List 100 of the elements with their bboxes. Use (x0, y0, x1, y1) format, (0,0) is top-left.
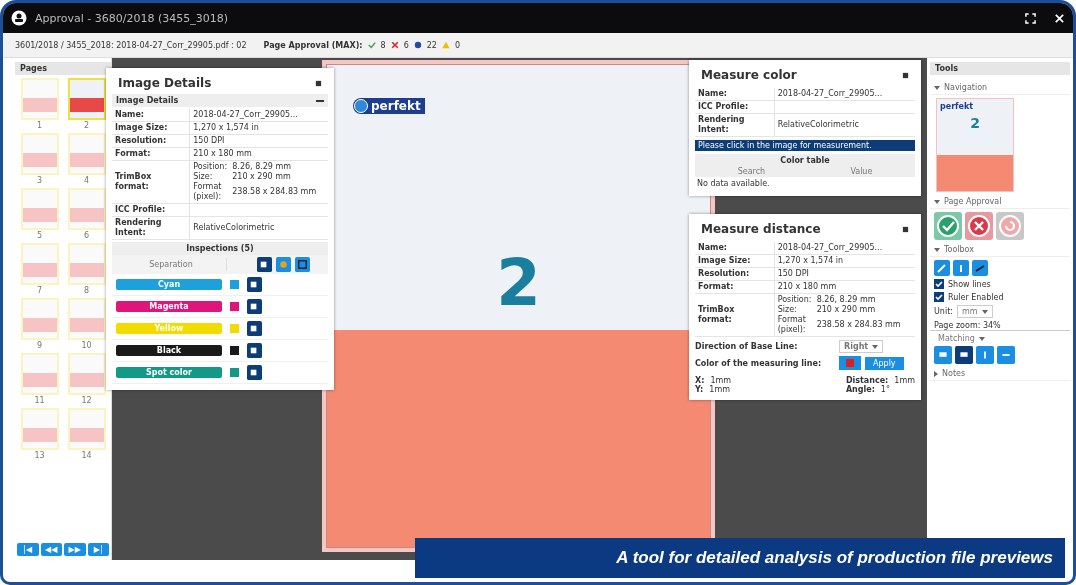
property-value: 150 DPI (193, 136, 225, 145)
page-thumbnail[interactable] (20, 353, 59, 395)
page-number: 7 (36, 286, 43, 296)
separation-label: Yellow (116, 323, 222, 334)
property-label: Format: (112, 147, 190, 161)
page-number: 6 (83, 231, 90, 241)
page-thumbnail[interactable] (20, 133, 59, 175)
property-value: 150 DPI (777, 269, 809, 278)
page-number: 10 (81, 341, 92, 351)
section-header[interactable]: Image Details (112, 94, 328, 107)
caret-icon[interactable] (934, 85, 940, 90)
page-number-label: 2 (496, 245, 541, 320)
section-title: Navigation (944, 83, 988, 92)
property-label: TrimBox format: (695, 293, 775, 337)
property-label: Format (pixel): (193, 182, 223, 202)
direction-dropdown[interactable]: Right (839, 340, 884, 353)
panel-title: Tools (935, 64, 958, 73)
section-header[interactable]: Navigation (930, 81, 1070, 95)
property-label: Image Size: (695, 254, 775, 268)
property-value: 2018-04-27_Corr_29905... (777, 89, 883, 98)
page-thumbnail[interactable] (20, 188, 59, 230)
caret-icon[interactable] (934, 199, 940, 204)
page-number: 1 (36, 121, 43, 131)
section-title: Toolbox (944, 245, 974, 254)
page-nav-button[interactable]: |◀ (17, 543, 39, 556)
window-title: Approval - 3680/2018 (3455_3018) (35, 11, 229, 25)
page-thumbnail[interactable] (67, 78, 106, 120)
property-value: 238.58 x 284.83 mm (816, 320, 901, 330)
section-header[interactable]: Notes (930, 367, 1070, 381)
reading-label: Y: (695, 385, 704, 394)
separation-label: Magenta (116, 301, 222, 312)
property-label: Size: (193, 172, 214, 182)
separation-label: Cyan (116, 279, 222, 290)
status-count: 0 (454, 40, 460, 50)
page-nav-button[interactable]: ▶▶ (64, 543, 86, 556)
property-value: 210 x 180 mm (193, 149, 252, 158)
color-picker[interactable] (839, 356, 861, 370)
property-label: Position: (193, 162, 229, 172)
property-label: Name: (695, 242, 775, 255)
reading-label: Distance: (845, 376, 889, 385)
property-value: 238.58 x 284.83 mm (232, 187, 317, 197)
logo: perfekt (353, 98, 425, 114)
page-thumbnail[interactable] (20, 78, 59, 120)
section-header[interactable]: Page Approval (930, 195, 1070, 209)
fullscreen-icon[interactable] (1025, 12, 1036, 24)
status-count: 6 (403, 40, 409, 50)
unit-dropdown[interactable]: mm (957, 305, 993, 318)
reading-value: 1mm (894, 376, 915, 385)
empty-message: No data available. (696, 178, 771, 190)
apply-button[interactable]: Apply (865, 356, 904, 370)
direction-label: Direction of Base Line: (695, 342, 799, 351)
page-nav-button[interactable]: ▶| (87, 543, 109, 556)
panel-title: Measure distance (701, 222, 821, 236)
page-nav-button[interactable]: ◀◀ (40, 543, 62, 556)
checkbox[interactable] (934, 279, 944, 289)
page-thumbnail[interactable] (67, 408, 106, 450)
property-label: TrimBox format: (112, 160, 190, 204)
page-thumbnail[interactable] (20, 408, 59, 450)
column-header: Search (737, 167, 766, 176)
page-thumbnail[interactable] (67, 243, 106, 285)
property-value: 210 x 180 mm (777, 282, 837, 291)
page-thumbnail[interactable] (20, 243, 59, 285)
approve-icon[interactable] (934, 212, 962, 240)
navigation-thumbnail[interactable]: perfekt 2 (936, 98, 1014, 192)
property-value: 8.26, 8.29 mm (816, 295, 876, 305)
caret-icon[interactable] (934, 370, 938, 377)
property-label: Format (pixel): (777, 315, 807, 335)
column-header: Separation (116, 258, 227, 271)
property-value: 2018-04-27_Corr_29905... (777, 243, 883, 252)
page-thumbnail[interactable] (67, 298, 106, 340)
matching-dropdown[interactable]: Matching (938, 334, 985, 343)
page-thumbnail[interactable] (67, 188, 106, 230)
separation-label: Spot color (116, 367, 222, 378)
section-title: Image Details (116, 96, 179, 105)
page-thumbnail[interactable] (67, 133, 106, 175)
property-value: 210 x 290 mm (816, 305, 876, 315)
approval-label: Page Approval (MAX): (263, 40, 363, 50)
property-value: RelativeColorimetric (193, 223, 275, 232)
section-header[interactable]: Toolbox (930, 243, 1070, 257)
property-value: RelativeColorimetric (777, 120, 859, 129)
page-number-label: 2 (969, 115, 981, 131)
section-title: Page Approval (944, 197, 1002, 206)
property-value: 210 x 290 mm (232, 172, 291, 182)
page-thumbnail[interactable] (20, 298, 59, 340)
file-path: 3601/2018 / 3455_2018: 2018-04-27_Corr_29905.pdf : 02 (15, 40, 247, 50)
page-number: 9 (36, 341, 43, 351)
warning-icon (441, 41, 450, 49)
separation-label: Black (116, 345, 222, 356)
unit-label: Unit: (934, 307, 953, 316)
checkbox[interactable] (934, 292, 944, 302)
cross-icon (390, 41, 399, 49)
caret-icon[interactable] (934, 247, 940, 252)
page-number: 12 (81, 396, 92, 406)
property-value: 2018-04-27_Corr_29905... (193, 110, 298, 119)
property-value: 8.26, 8.29 mm (232, 162, 292, 172)
page-thumbnail[interactable] (67, 353, 106, 395)
property-label: Image Size: (112, 121, 190, 135)
page-number: 3 (36, 176, 43, 186)
property-label: Size: (777, 305, 798, 315)
reject-icon[interactable] (965, 212, 993, 240)
